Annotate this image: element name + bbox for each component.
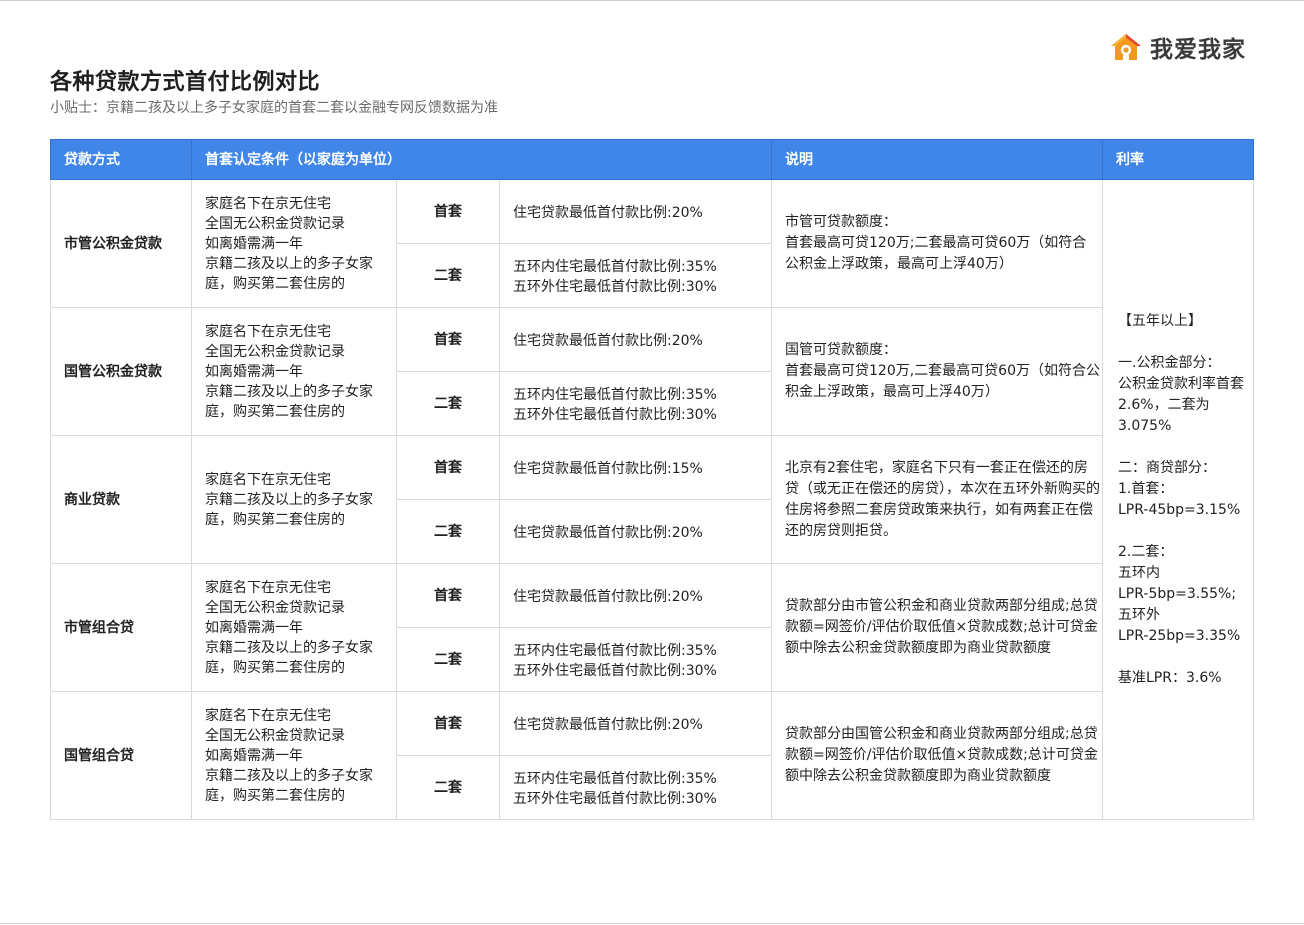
table-row: 商业贷款 家庭名下在京无住宅 京籍二孩及以上的多子女家庭，购买第二套住房的 首套…: [50, 435, 1254, 564]
second-home-label: 二套: [396, 627, 500, 692]
second-home-label: 二套: [396, 755, 500, 820]
table-row: 市管组合贷 家庭名下在京无住宅 全国无公积金贷款记录 如离婚需满一年 京籍二孩及…: [50, 563, 1254, 692]
first-home-label: 首套: [396, 691, 500, 756]
table-row: 国管组合贷 家庭名下在京无住宅 全国无公积金贷款记录 如离婚需满一年 京籍二孩及…: [50, 691, 1254, 820]
table-header-row: 贷款方式 首套认定条件（以家庭为单位） 说明 利率: [50, 139, 1254, 180]
loan-note: 北京有2套住宅，家庭名下只有一套正在偿还的房贷（或无正在偿还的房贷），本次在五环…: [771, 435, 1103, 564]
loan-comparison-table: 贷款方式 首套认定条件（以家庭为单位） 说明 利率 市管公积金贷款 家庭名下在京…: [50, 139, 1254, 820]
eligibility-condition: 家庭名下在京无住宅 全国无公积金贷款记录 如离婚需满一年 京籍二孩及以上的多子女…: [191, 563, 397, 692]
house-logo-icon: [1111, 34, 1141, 60]
top-border: [0, 0, 1304, 1]
loan-note: 贷款部分由市管公积金和商业贷款两部分组成;总贷款额=网签价/评估价取低值×贷款成…: [771, 563, 1103, 692]
loan-method-name: 国管公积金贷款: [50, 307, 192, 436]
second-home-ratio: 五环内住宅最低首付款比例:35% 五环外住宅最低首付款比例:30%: [499, 627, 772, 692]
second-home-label: 二套: [396, 371, 500, 436]
loan-method-name: 市管公积金贷款: [50, 179, 192, 308]
table-row: 国管公积金贷款 家庭名下在京无住宅 全国无公积金贷款记录 如离婚需满一年 京籍二…: [50, 307, 1254, 436]
loan-note: 贷款部分由国管公积金和商业贷款两部分组成;总贷款额=网签价/评估价取低值×贷款成…: [771, 691, 1103, 820]
eligibility-condition: 家庭名下在京无住宅 京籍二孩及以上的多子女家庭，购买第二套住房的: [191, 435, 397, 564]
eligibility-condition: 家庭名下在京无住宅 全国无公积金贷款记录 如离婚需满一年 京籍二孩及以上的多子女…: [191, 691, 397, 820]
second-home-ratio: 五环内住宅最低首付款比例:35% 五环外住宅最低首付款比例:30%: [499, 243, 772, 308]
first-home-label: 首套: [396, 563, 500, 628]
first-home-ratio: 住宅贷款最低首付款比例:20%: [499, 179, 772, 244]
bottom-border: [0, 923, 1304, 924]
header-note: 说明: [771, 139, 1103, 180]
first-home-ratio: 住宅贷款最低首付款比例:20%: [499, 563, 772, 628]
eligibility-condition: 家庭名下在京无住宅 全国无公积金贷款记录 如离婚需满一年 京籍二孩及以上的多子女…: [191, 179, 397, 308]
loan-method-name: 商业贷款: [50, 435, 192, 564]
loan-comparison-table-wrapper: 贷款方式 首套认定条件（以家庭为单位） 说明 利率 市管公积金贷款 家庭名下在京…: [50, 139, 1254, 820]
header-rate: 利率: [1102, 139, 1254, 180]
eligibility-condition: 家庭名下在京无住宅 全国无公积金贷款记录 如离婚需满一年 京籍二孩及以上的多子女…: [191, 307, 397, 436]
interest-rate-info: 【五年以上】 一.公积金部分： 公积金贷款利率首套2.6%，二套为3.075% …: [1102, 179, 1254, 820]
first-home-label: 首套: [396, 179, 500, 244]
page-title: 各种贷款方式首付比例对比: [50, 70, 321, 95]
loan-method-name: 市管组合贷: [50, 563, 192, 692]
first-home-ratio: 住宅贷款最低首付款比例:15%: [499, 435, 772, 500]
table-row: 市管公积金贷款 家庭名下在京无住宅 全国无公积金贷款记录 如离婚需满一年 京籍二…: [50, 179, 1254, 820]
loan-note: 市管可贷款额度： 首套最高可贷120万;二套最高可贷60万（如符合公积金上浮政策…: [771, 179, 1103, 308]
loan-note: 国管可贷款额度： 首套最高可贷120万,二套最高可贷60万（如符合公积金上浮政策…: [771, 307, 1103, 436]
brand-name: 我爱我家: [1150, 37, 1246, 63]
loan-method-name: 国管组合贷: [50, 691, 192, 820]
first-home-ratio: 住宅贷款最低首付款比例:20%: [499, 307, 772, 372]
second-home-ratio: 住宅贷款最低首付款比例:20%: [499, 499, 772, 564]
first-home-ratio: 住宅贷款最低首付款比例:20%: [499, 691, 772, 756]
second-home-ratio: 五环内住宅最低首付款比例:35% 五环外住宅最低首付款比例:30%: [499, 371, 772, 436]
brand-logo: 我爱我家: [1108, 30, 1246, 64]
second-home-ratio: 五环内住宅最低首付款比例:35% 五环外住宅最低首付款比例:30%: [499, 755, 772, 820]
page-subtitle: 小贴士：京籍二孩及以上多子女家庭的首套二套以金融专网反馈数据为准: [50, 100, 498, 116]
header-method: 贷款方式: [50, 139, 192, 180]
header-condition: 首套认定条件（以家庭为单位）: [191, 139, 772, 180]
second-home-label: 二套: [396, 243, 500, 308]
first-home-label: 首套: [396, 307, 500, 372]
first-home-label: 首套: [396, 435, 500, 500]
second-home-label: 二套: [396, 499, 500, 564]
